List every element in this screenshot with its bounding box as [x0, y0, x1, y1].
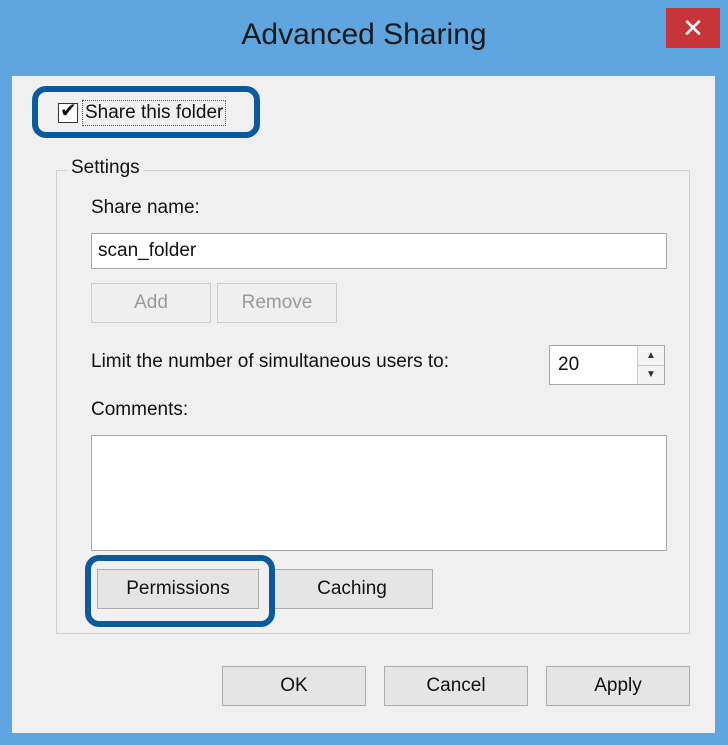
add-button[interactable]: Add — [91, 283, 211, 323]
add-button-label: Add — [134, 292, 168, 313]
cancel-button[interactable]: Cancel — [384, 666, 528, 706]
window-title: Advanced Sharing — [241, 18, 487, 51]
settings-legend: Settings — [67, 157, 144, 179]
spinner-arrows: ▲ ▼ — [637, 346, 664, 384]
caching-button[interactable]: Caching — [271, 569, 433, 609]
apply-button[interactable]: Apply — [546, 666, 690, 706]
share-folder-highlight — [32, 86, 260, 138]
ok-button-label: OK — [280, 675, 308, 696]
apply-button-label: Apply — [594, 675, 642, 696]
user-limit-value[interactable]: 20 — [558, 346, 579, 384]
spin-down-icon[interactable]: ▼ — [638, 365, 664, 384]
share-name-label: Share name: — [91, 197, 200, 218]
permissions-highlight — [85, 555, 275, 627]
comments-label: Comments: — [91, 399, 189, 420]
caching-button-label: Caching — [317, 578, 387, 599]
remove-button[interactable]: Remove — [217, 283, 337, 323]
user-limit-spinner[interactable]: 20 ▲ ▼ — [549, 345, 665, 385]
remove-button-label: Remove — [241, 292, 313, 313]
title-bar[interactable]: Advanced Sharing ✕ — [0, 0, 728, 76]
close-icon: ✕ — [682, 13, 704, 43]
close-button[interactable]: ✕ — [666, 8, 720, 48]
dialog-body: ✔ Share this folder Settings Share name:… — [12, 76, 715, 733]
ok-button[interactable]: OK — [222, 666, 366, 706]
spin-up-icon[interactable]: ▲ — [638, 346, 664, 366]
cancel-button-label: Cancel — [426, 675, 486, 696]
limit-users-label: Limit the number of simultaneous users t… — [91, 351, 450, 372]
share-name-input[interactable]: scan_folder — [91, 233, 667, 269]
settings-group: Settings Share name: scan_folder Add Rem… — [56, 157, 690, 634]
advanced-sharing-dialog: Advanced Sharing ✕ ✔ Share this folder S… — [0, 0, 728, 745]
comments-textarea[interactable] — [91, 435, 667, 551]
